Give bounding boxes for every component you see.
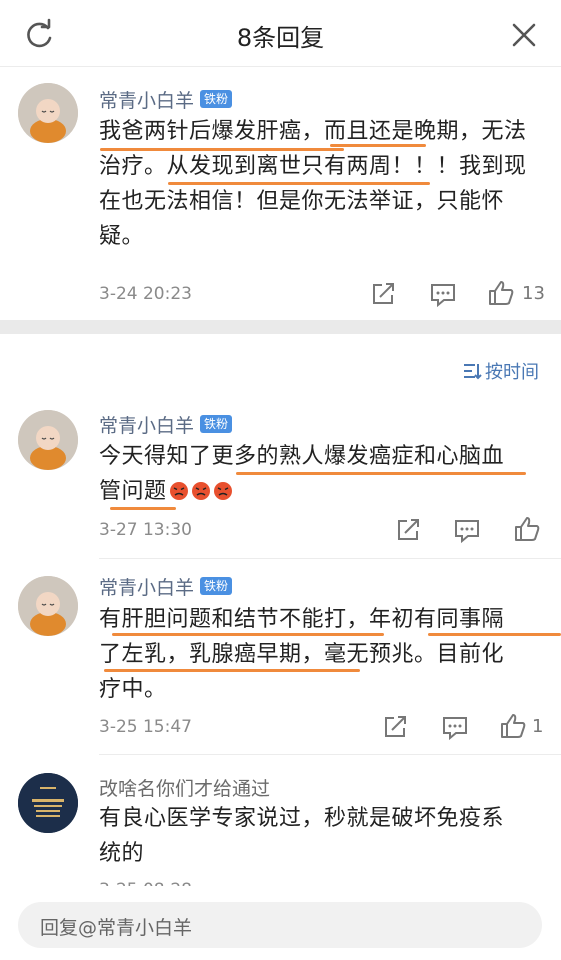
fan-badge: 铁粉	[200, 415, 233, 433]
share-icon[interactable]	[393, 515, 423, 545]
share-icon[interactable]	[380, 712, 410, 742]
section-divider	[0, 320, 561, 334]
highlight-underline	[428, 633, 561, 636]
avatar[interactable]	[18, 576, 78, 636]
comment-line: 有肝胆问题和结节不能打，年初有同事隔	[99, 607, 505, 632]
like-icon[interactable]	[486, 278, 516, 308]
comment-text: 有肝胆问题和结节不能打，年初有同事隔 了左乳，乳腺癌早期，毫无预兆。目前化 疗中…	[99, 602, 549, 707]
highlight-underline	[100, 148, 344, 151]
avatar[interactable]	[18, 773, 78, 833]
row-divider	[99, 754, 561, 755]
comment-line: 在也无法相信！但是你无法举证，只能怀	[99, 189, 505, 214]
highlight-underline	[110, 507, 176, 510]
username-row: 改啥名你们才给通过	[99, 774, 270, 800]
header: 8条回复	[0, 0, 561, 67]
comment-line: 了左乳，乳腺癌早期，毫无预兆。目前化	[99, 642, 505, 667]
username[interactable]: 常青小白羊	[99, 86, 194, 113]
highlight-underline	[168, 182, 430, 185]
username[interactable]: 改啥名你们才给通过	[99, 774, 270, 801]
angry-emoji	[169, 482, 188, 500]
comment-line: 疗中。	[99, 677, 167, 702]
avatar[interactable]	[18, 410, 78, 470]
sort-icon	[464, 364, 482, 380]
comment-icon[interactable]	[452, 515, 482, 545]
page-title: 8条回复	[236, 24, 325, 52]
row-divider	[99, 558, 561, 559]
share-icon[interactable]	[368, 279, 398, 309]
fan-badge: 铁粉	[200, 90, 233, 108]
fan-badge: 铁粉	[200, 577, 233, 595]
reply-placeholder: 回复@常青小白羊	[40, 917, 193, 939]
username-row: 常青小白羊 铁粉	[99, 573, 233, 600]
username[interactable]: 常青小白羊	[99, 411, 194, 438]
comment-line-text: 管问题	[99, 479, 167, 504]
highlight-underline	[330, 144, 426, 147]
comment-line: 管问题	[99, 474, 549, 509]
reply-bar: 回复@常青小白羊	[0, 886, 561, 960]
username-row: 常青小白羊 铁粉	[99, 86, 233, 113]
avatar[interactable]	[18, 83, 78, 143]
username[interactable]: 常青小白羊	[99, 573, 194, 600]
username-row: 常青小白羊 铁粉	[99, 411, 233, 438]
comment-time: 3-27 13:30	[99, 520, 192, 540]
comment-line: 我爸两针后爆发肝癌，而且还是晚期，无法	[99, 119, 527, 144]
like-icon[interactable]	[498, 711, 528, 741]
highlight-underline	[236, 472, 526, 475]
highlight-underline	[112, 633, 384, 636]
angry-emoji	[213, 482, 232, 500]
comment-line: 疑。	[99, 224, 145, 249]
comment-line: 治疗。从发现到离世只有两周！！！我到现	[99, 154, 527, 179]
comment-line: 今天得知了更多的熟人爆发癌症和心脑血	[99, 444, 505, 469]
comment-text: 有良心医学专家说过，秒就是破坏免疫系 统的	[99, 801, 549, 871]
sort-label: 按时间	[485, 362, 539, 383]
comment-time: 3-25 15:47	[99, 717, 192, 737]
angry-emoji	[191, 482, 210, 500]
reply-input[interactable]: 回复@常青小白羊	[18, 902, 542, 948]
comment-time: 3-24 20:23	[99, 284, 192, 304]
comment-line: 有良心医学专家说过，秒就是破坏免疫系	[99, 806, 505, 831]
like-count: 1	[532, 716, 544, 737]
like-icon[interactable]	[512, 514, 542, 544]
comment-line: 统的	[99, 841, 145, 866]
comment-icon[interactable]	[440, 712, 470, 742]
close-icon[interactable]	[507, 18, 541, 52]
like-count: 13	[522, 283, 545, 304]
highlight-underline	[104, 669, 360, 672]
sort-button[interactable]: 按时间	[461, 358, 539, 384]
comment-icon[interactable]	[428, 279, 458, 309]
